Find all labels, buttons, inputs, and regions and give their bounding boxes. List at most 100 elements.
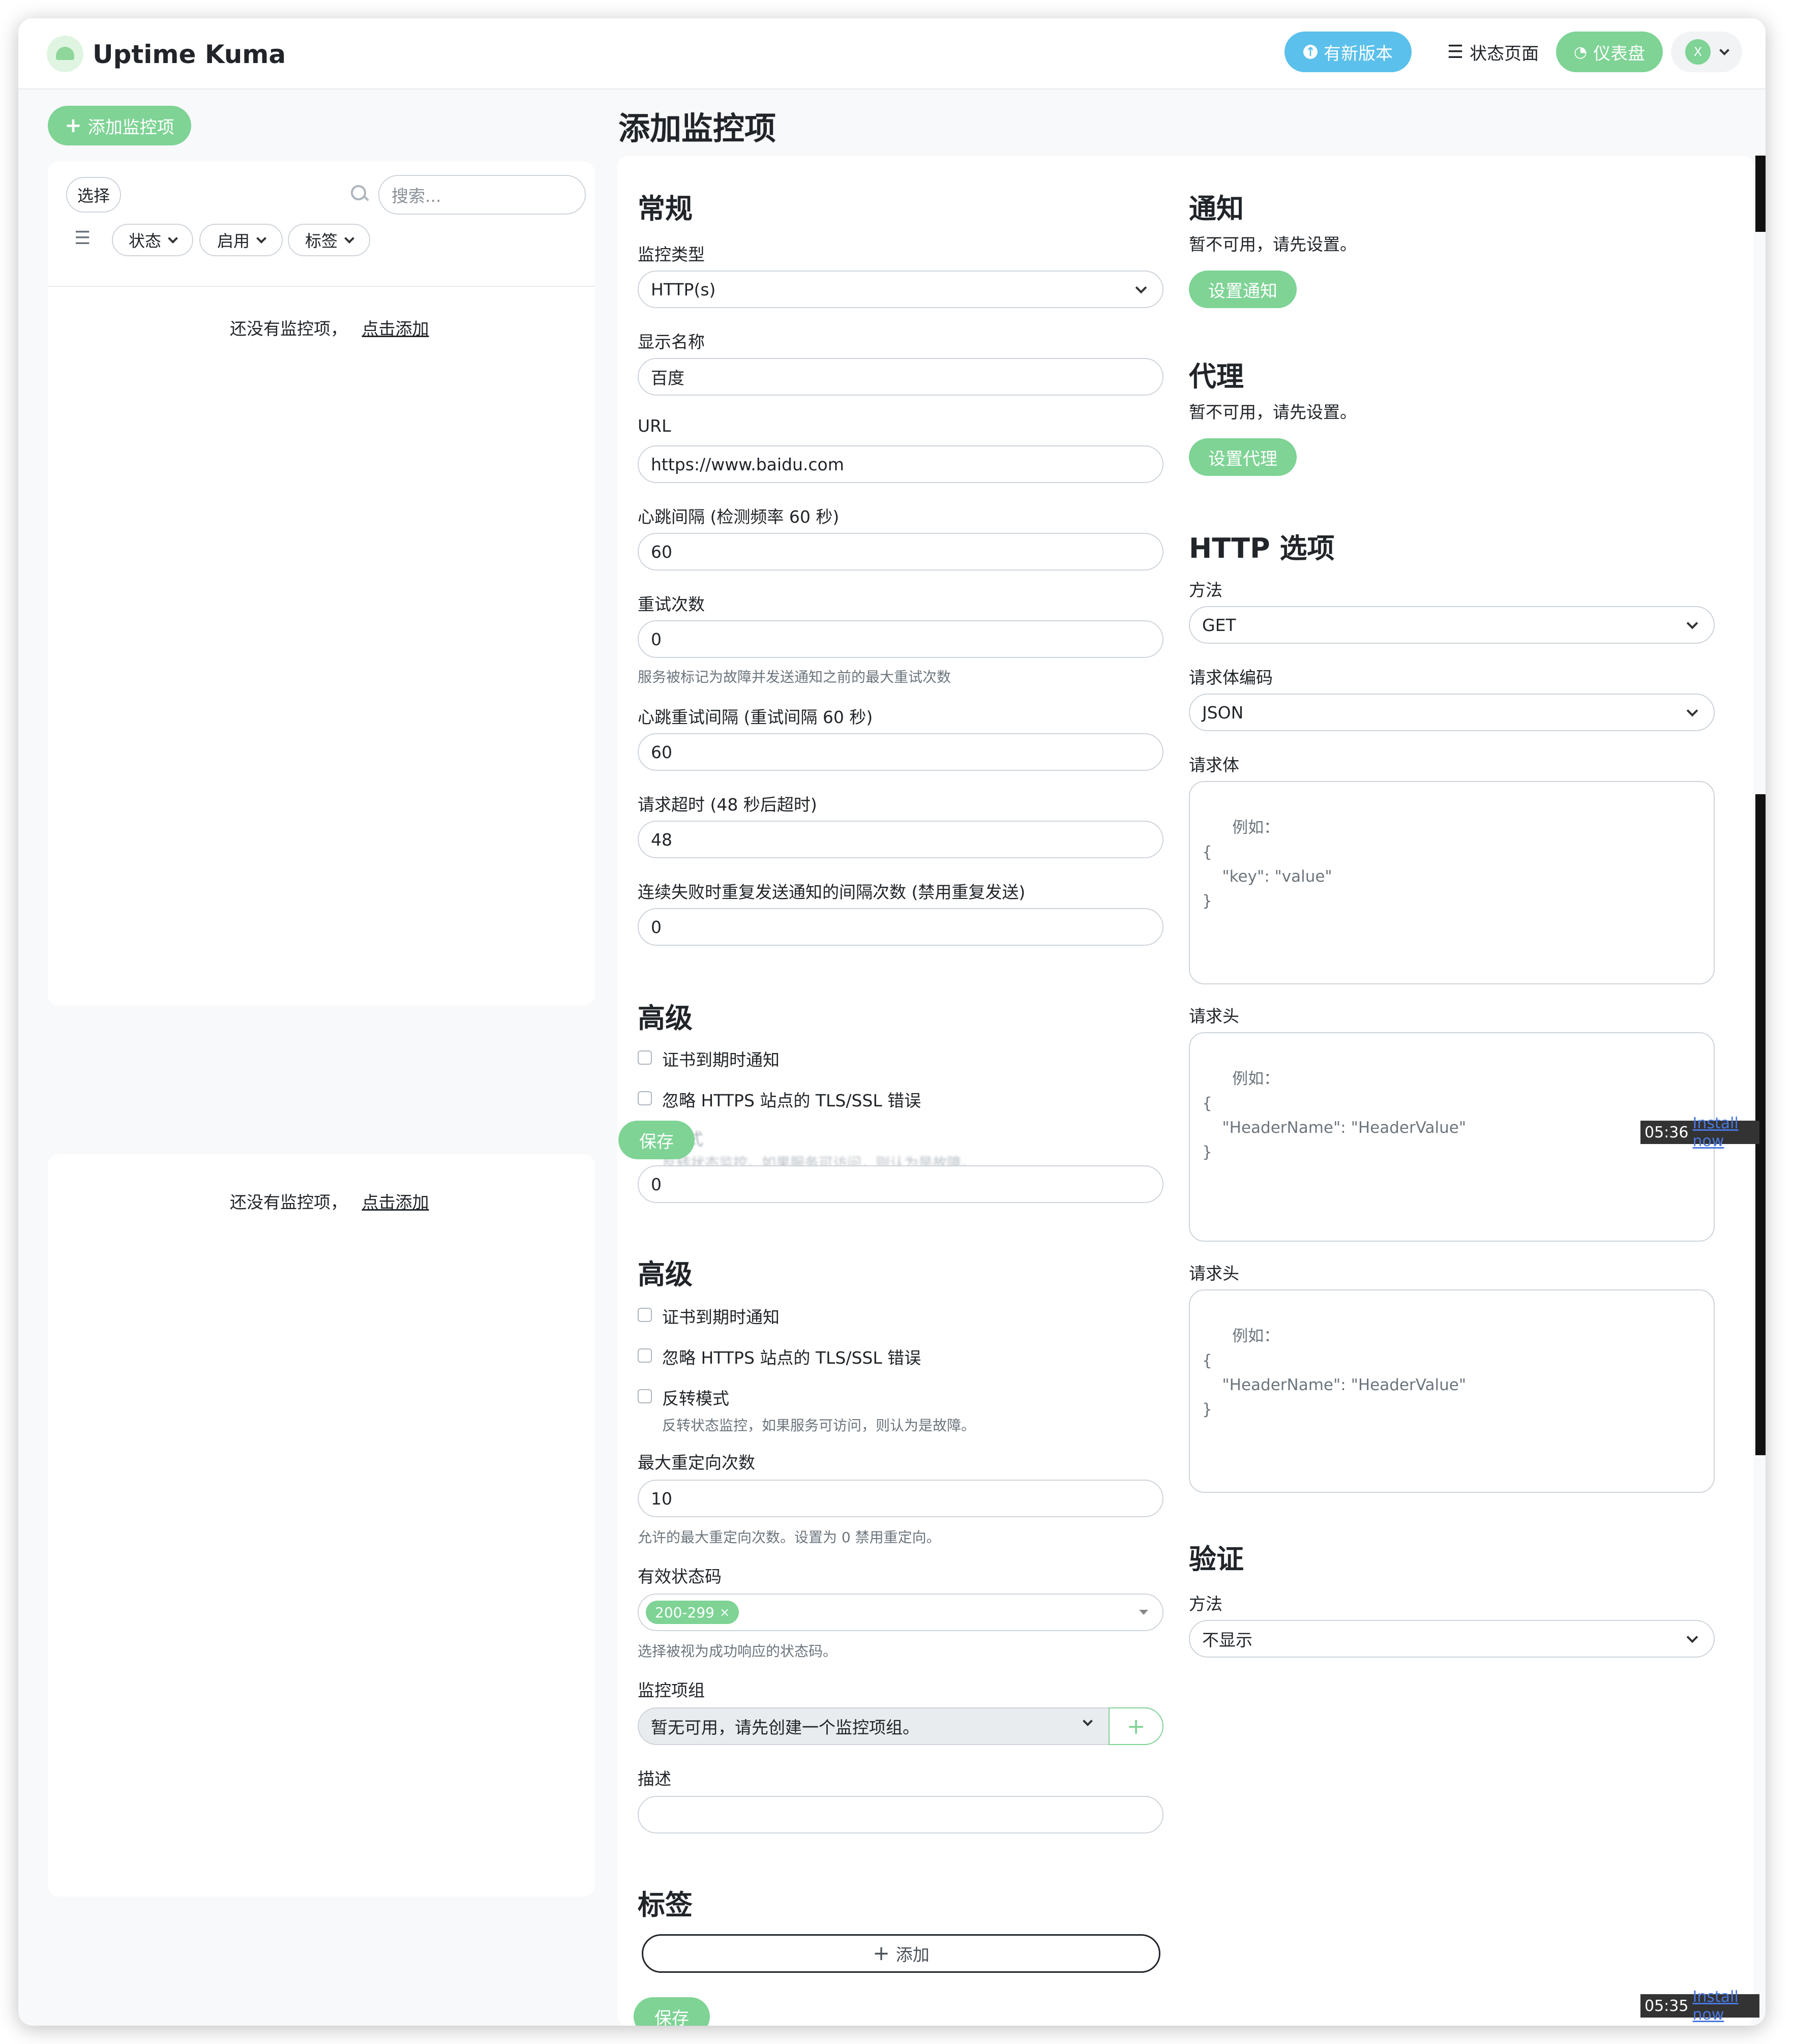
cert-expiry-label: 证书到期时通知	[662, 1307, 780, 1327]
status-code-tag[interactable]: 200-299 ×	[646, 1601, 739, 1624]
filter-status-dropdown[interactable]: 状态	[112, 224, 193, 256]
profile-dropdown[interactable]: X	[1671, 32, 1742, 72]
cert-expiry-label-overlay: 证书到期时通知	[662, 1050, 780, 1070]
advanced-heading: 高级	[638, 1258, 693, 1290]
friendly-name-input[interactable]: 百度	[638, 358, 1163, 396]
retries-label: 重试次数	[638, 594, 705, 614]
max-redirects-label: 最大重定向次数	[638, 1453, 755, 1472]
general-heading: 常规	[638, 193, 693, 225]
advanced-heading-overlay: 高级	[638, 1002, 693, 1034]
floating-save-button[interactable]: 保存	[618, 1121, 695, 1159]
retries-input[interactable]: 0	[638, 620, 1163, 658]
search-input[interactable]: 搜索...	[378, 175, 586, 215]
max-redirects-input[interactable]: 10	[638, 1480, 1163, 1517]
dashboard-button[interactable]: ◔ 仪表盘	[1556, 32, 1663, 72]
save-button[interactable]: 保存	[634, 1997, 710, 2026]
remove-tag-icon[interactable]: ×	[720, 1605, 730, 1619]
plus-icon: +	[65, 114, 82, 137]
http-method-label: 方法	[1189, 580, 1222, 600]
status-page-link[interactable]: ☰ 状态页面	[1437, 32, 1549, 72]
monitor-type-label: 监控类型	[638, 245, 705, 264]
heartbeat-interval-input[interactable]: 60	[638, 533, 1163, 570]
http-options-heading: HTTP 选项	[1189, 532, 1335, 564]
install-toast[interactable]: 05:35 Install now	[1640, 1988, 1759, 2024]
ghost-input[interactable]: 0	[638, 1165, 1163, 1203]
monitor-list-panel-duplicate: 还没有监控项， 点击添加	[48, 1154, 595, 1897]
filter-list-icon[interactable]: ☰	[74, 228, 91, 249]
search-icon	[350, 184, 370, 204]
select-mode-button[interactable]: 选择	[66, 177, 121, 213]
timeout-input[interactable]: 48	[638, 821, 1163, 858]
body-encoding-select[interactable]: JSON	[1189, 694, 1715, 731]
proxy-unavailable: 暂不可用，请先设置。	[1189, 402, 1357, 422]
add-monitor-button[interactable]: + 添加监控项	[48, 106, 191, 145]
page-title: 添加监控项	[618, 110, 776, 147]
request-body-textarea[interactable]: 例如： { "key": "value" }	[1189, 781, 1715, 984]
add-monitor-link[interactable]: 点击添加	[362, 319, 429, 339]
cert-expiry-checkbox-overlay[interactable]	[638, 1050, 652, 1065]
cert-expiry-checkbox[interactable]	[638, 1308, 652, 1322]
install-now-link[interactable]: Install now	[1692, 1115, 1759, 1150]
chevron-down-icon	[344, 233, 354, 244]
monitor-type-select[interactable]: HTTP(s)	[638, 270, 1163, 308]
resend-interval-label: 连续失败时重复发送通知的间隔次数 (禁用重复发送)	[638, 882, 1026, 902]
install-toast[interactable]: 05:36 Install now	[1640, 1115, 1759, 1150]
url-label: URL	[638, 416, 671, 436]
chevron-down-icon	[1719, 45, 1729, 55]
auth-method-label: 方法	[1189, 1594, 1222, 1614]
description-input[interactable]	[638, 1796, 1163, 1833]
url-input[interactable]: https://www.baidu.com	[638, 445, 1163, 483]
body-encoding-label: 请求体编码	[1189, 668, 1273, 687]
monitor-group-select[interactable]: 暂无可用，请先创建一个监控项组。	[638, 1707, 1110, 1745]
monitor-list-panel: 选择 搜索... ☰ 状态 启用 标签 还没有监控项， 点击添加	[48, 162, 595, 1006]
plus-icon: +	[1126, 1713, 1146, 1739]
notifications-unavailable: 暂不可用，请先设置。	[1189, 234, 1357, 254]
ignore-tls-checkbox[interactable]	[638, 1348, 652, 1363]
filter-active-dropdown[interactable]: 启用	[199, 224, 283, 256]
scrollbar-fragment[interactable]	[1755, 156, 1766, 232]
empty-list-message: 还没有监控项， 点击添加	[230, 319, 429, 339]
description-label: 描述	[638, 1769, 671, 1789]
request-headers-label-overlay: 请求头	[1189, 1006, 1239, 1026]
upside-down-checkbox[interactable]	[638, 1389, 652, 1403]
http-method-select[interactable]: GET	[1189, 606, 1715, 644]
add-monitor-link[interactable]: 点击添加	[362, 1192, 429, 1212]
ignore-tls-label: 忽略 HTTPS 站点的 TLS/SSL 错误	[662, 1348, 921, 1368]
caret-down-icon	[1139, 1610, 1148, 1615]
brand-title[interactable]: Uptime Kuma	[93, 40, 286, 69]
retry-interval-input[interactable]: 60	[638, 733, 1163, 771]
resend-interval-input[interactable]: 0	[638, 908, 1163, 946]
proxy-heading: 代理	[1189, 360, 1244, 393]
setup-notification-button[interactable]: 设置通知	[1189, 270, 1297, 308]
install-now-link[interactable]: Install now	[1692, 1988, 1759, 2024]
chevron-down-icon	[256, 233, 266, 244]
friendly-name-label: 显示名称	[638, 332, 705, 352]
retries-help: 服务被标记为故障并发送通知之前的最大重试次数	[638, 669, 951, 685]
divider	[48, 286, 595, 287]
accepted-status-codes-select[interactable]: 200-299 ×	[638, 1594, 1163, 1631]
heartbeat-interval-label: 心跳间隔 (检测频率 60 秒)	[638, 507, 840, 527]
add-monitor-form: 常规 监控类型 HTTP(s) 显示名称 百度 URL https://www.…	[617, 156, 1753, 2026]
timeout-label: 请求超时 (48 秒后超时)	[638, 795, 817, 815]
monitor-group-label: 监控项组	[638, 1680, 705, 1700]
ignore-tls-checkbox-overlay[interactable]	[638, 1091, 652, 1105]
top-navbar: Uptime Kuma ↑ 有新版本 ☰ 状态页面 ◔ 仪表盘 X	[18, 18, 1766, 89]
accepted-status-codes-label: 有效状态码	[638, 1567, 722, 1586]
request-headers-textarea[interactable]: 例如： { "HeaderName": "HeaderValue" }	[1189, 1289, 1715, 1493]
add-tag-button[interactable]: + 添加	[642, 1934, 1160, 1973]
request-headers-textarea-overlay[interactable]: 例如： { "HeaderName": "HeaderValue" }	[1189, 1032, 1715, 1242]
retry-interval-label: 心跳重试间隔 (重试间隔 60 秒)	[638, 707, 873, 727]
max-redirects-help: 允许的最大重定向次数。设置为 0 禁用重定向。	[638, 1529, 941, 1546]
update-available-button[interactable]: ↑ 有新版本	[1284, 32, 1412, 72]
add-group-button[interactable]: +	[1109, 1707, 1163, 1745]
accepted-status-codes-help: 选择被视为成功响应的状态码。	[638, 1643, 838, 1660]
filter-tags-dropdown[interactable]: 标签	[288, 224, 370, 256]
empty-list-message: 还没有监控项， 点击添加	[230, 1192, 429, 1212]
tags-heading: 标签	[638, 1889, 693, 1921]
setup-proxy-button[interactable]: 设置代理	[1189, 438, 1297, 476]
browser-window: Uptime Kuma ↑ 有新版本 ☰ 状态页面 ◔ 仪表盘 X + 添加监控…	[18, 18, 1766, 2026]
request-body-label: 请求体	[1189, 755, 1239, 775]
uptime-kuma-logo-icon	[47, 36, 83, 72]
auth-method-select[interactable]: 不显示	[1189, 1620, 1715, 1658]
authentication-heading: 验证	[1189, 1543, 1244, 1575]
